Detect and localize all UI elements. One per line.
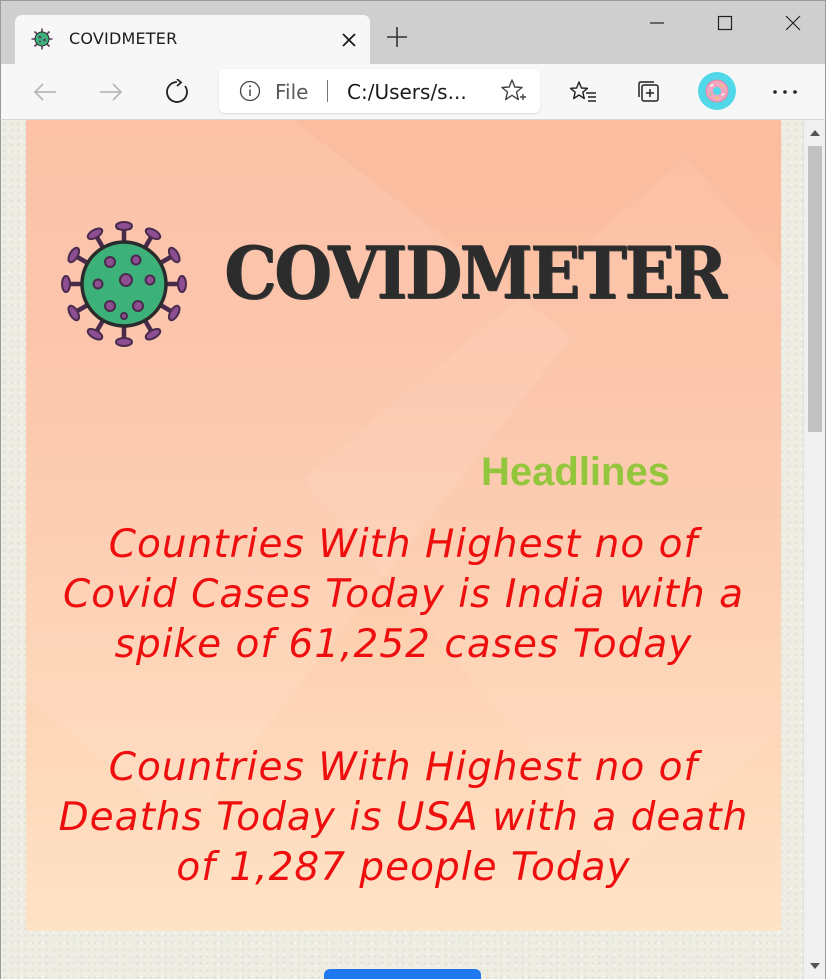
maximize-icon[interactable] bbox=[705, 7, 745, 39]
virus-icon bbox=[31, 28, 53, 50]
vertical-scrollbar[interactable] bbox=[803, 120, 825, 979]
add-favorite-star-icon[interactable] bbox=[500, 78, 526, 104]
minimize-icon[interactable] bbox=[637, 7, 677, 39]
scheme-label: File bbox=[275, 80, 309, 104]
scroll-thumb[interactable] bbox=[808, 146, 822, 432]
address-divider bbox=[327, 80, 328, 102]
forward-arrow-icon[interactable] bbox=[91, 72, 131, 112]
hero-card: COVIDMETER Headlines Countries With High… bbox=[26, 120, 781, 931]
favorites-icon[interactable] bbox=[563, 72, 603, 112]
tab-title: COVIDMETER bbox=[69, 29, 178, 48]
tab-close-icon[interactable] bbox=[336, 27, 362, 53]
browser-tab[interactable]: COVIDMETER bbox=[15, 15, 370, 65]
headline-deaths: Countries With Highest no of Deaths Toda… bbox=[58, 745, 749, 890]
virus-logo-icon bbox=[61, 221, 187, 347]
profile-avatar[interactable] bbox=[698, 72, 736, 110]
new-tab-icon[interactable] bbox=[381, 21, 413, 53]
scroll-down-arrow-icon[interactable] bbox=[809, 961, 821, 971]
window-close-icon[interactable] bbox=[773, 7, 813, 39]
collections-icon[interactable] bbox=[629, 72, 669, 112]
address-bar[interactable]: File C:/Users/s... bbox=[219, 69, 540, 113]
title-bar: COVIDMETER bbox=[0, 0, 826, 65]
url-text[interactable]: C:/Users/s... bbox=[347, 80, 467, 104]
partial-blue-button[interactable] bbox=[324, 969, 481, 979]
more-icon[interactable] bbox=[765, 72, 805, 112]
back-arrow-icon[interactable] bbox=[25, 72, 65, 112]
logo-wordmark: COVIDMETER bbox=[224, 230, 727, 315]
headline-cases: Countries With Highest no of Covid Cases… bbox=[62, 522, 744, 667]
section-title: Headlines bbox=[481, 450, 670, 494]
browser-toolbar: File C:/Users/s... bbox=[0, 64, 826, 120]
info-icon[interactable] bbox=[239, 80, 261, 102]
page-viewport: COVIDMETER Headlines Countries With High… bbox=[0, 120, 826, 979]
scroll-up-arrow-icon[interactable] bbox=[809, 128, 821, 138]
refresh-icon[interactable] bbox=[157, 72, 197, 112]
donut-avatar-icon bbox=[705, 79, 729, 103]
